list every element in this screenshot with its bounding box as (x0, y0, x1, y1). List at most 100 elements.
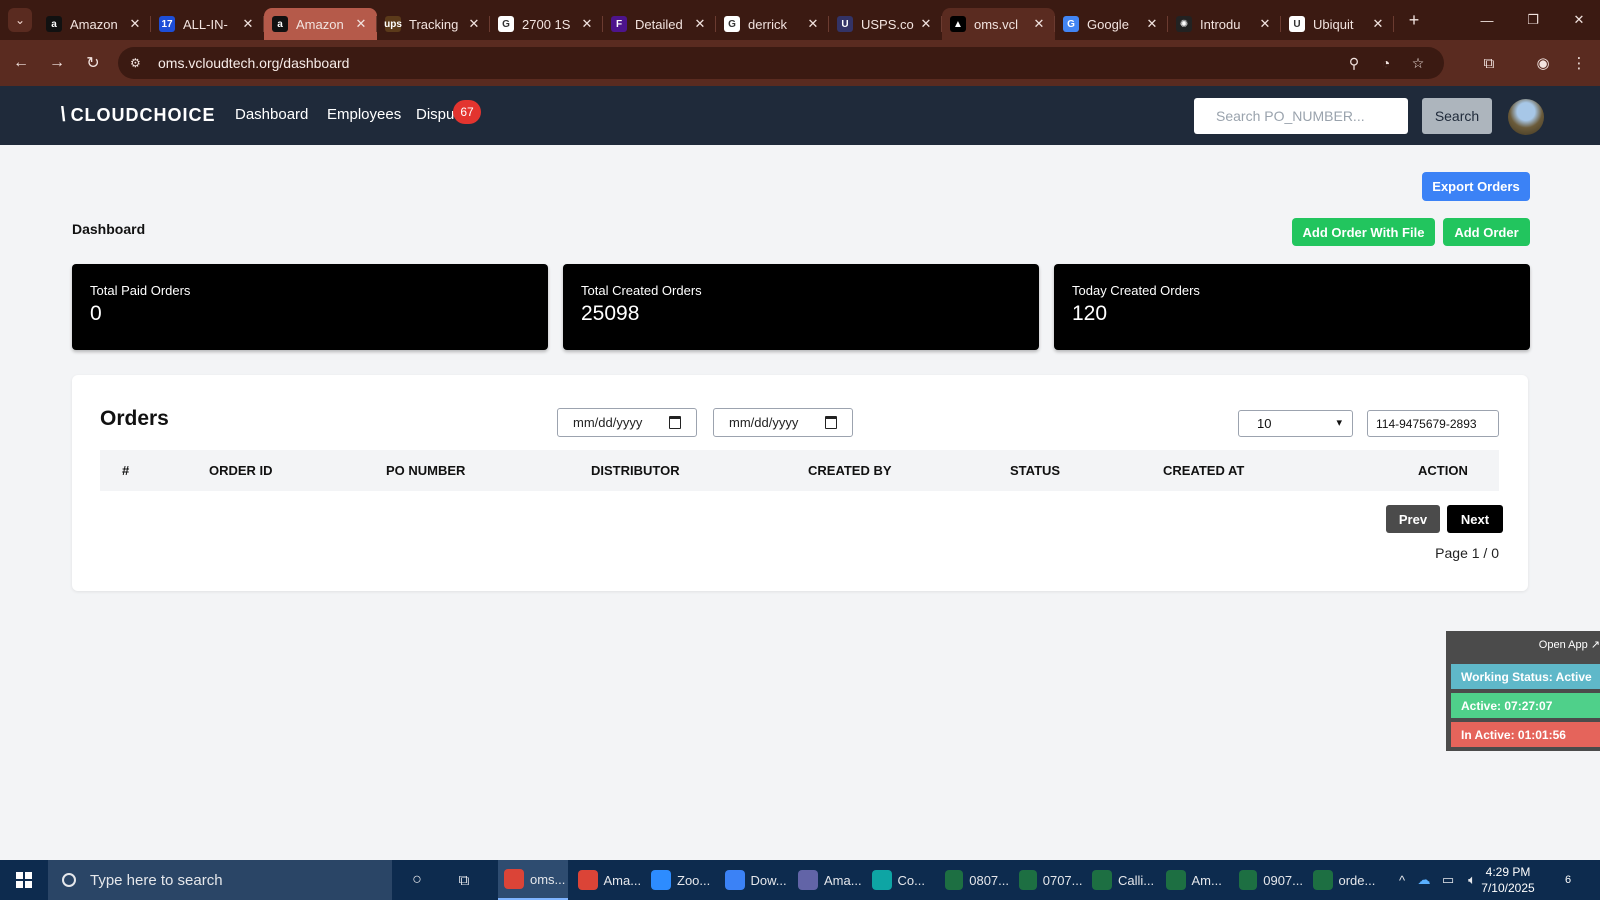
tab-close-icon[interactable]: ✕ (579, 16, 595, 32)
tab-title: USPS.co (861, 16, 914, 32)
taskbar-app[interactable]: 0907... (1233, 860, 1303, 900)
tab-close-icon[interactable]: ✕ (127, 16, 143, 32)
calendar-icon[interactable] (669, 416, 681, 429)
browser-tab[interactable]: ▲ oms.vcl ✕ (942, 8, 1055, 40)
browser-tab[interactable]: Gderrick ✕ (716, 8, 829, 40)
forward-arrow-icon[interactable]: → (42, 48, 72, 78)
17track-icon: 17 (159, 16, 175, 32)
start-windows-icon[interactable] (0, 860, 48, 900)
cloudchoice-logo[interactable]: \ CLOUDCHOICE (60, 104, 216, 127)
page-size-select[interactable]: 10 ▾ (1238, 410, 1353, 437)
browser-tab[interactable]: U USPS.co ✕ (829, 8, 942, 40)
po-number-search-input[interactable] (1194, 98, 1408, 134)
address-bar[interactable]: ⚙ oms.vcloudtech.org/dashboard ⚲ ◔ ☆ (118, 47, 1444, 79)
tray-chevron-up-icon[interactable]: ^ (1392, 873, 1412, 888)
prev-page-button[interactable]: Prev (1386, 505, 1440, 533)
taskbar-app[interactable]: Ama... (792, 860, 862, 900)
stat-value: 25098 (581, 302, 640, 325)
tab-close-icon[interactable]: ✕ (466, 16, 482, 32)
tab-search-chevron-icon[interactable]: ⌄ (8, 8, 32, 32)
tab-close-icon[interactable]: ✕ (1370, 16, 1386, 32)
browser-tab[interactable]: G 2700 1S ✕ (490, 8, 603, 40)
browser-tab[interactable]: 17 ALL-IN- ✕ (151, 8, 264, 40)
start-date-input[interactable]: mm/dd/yyyy (557, 408, 697, 437)
tab-close-icon[interactable]: ✕ (1144, 16, 1160, 32)
column-header: ACTION (1418, 463, 1468, 478)
taskbar-app[interactable]: Dow... (719, 860, 789, 900)
taskbar-app[interactable]: Zoo... (645, 860, 715, 900)
end-date-input[interactable]: mm/dd/yyyy (713, 408, 853, 437)
orders-table-header: # ORDER ID PO NUMBER DISTRIBUTOR CREATED… (100, 450, 1499, 491)
teams-icon (798, 870, 818, 890)
orders-title: Orders (100, 407, 169, 430)
task-view-icon[interactable]: ⧉ (452, 860, 476, 900)
nav-employees-link[interactable]: Employees (327, 106, 401, 123)
taskbar-app[interactable]: oms... (498, 860, 568, 900)
tab-close-icon[interactable]: ✕ (692, 16, 708, 32)
taskbar-app[interactable]: Co... (866, 860, 936, 900)
taskbar-app[interactable]: 0707... (1013, 860, 1083, 900)
extensions-puzzle-icon[interactable]: ⧉ (1474, 48, 1504, 78)
tab-close-icon[interactable]: ✕ (353, 16, 369, 32)
reload-icon[interactable]: ↻ (78, 48, 108, 78)
tab-close-icon[interactable]: ✕ (918, 16, 934, 32)
browser-tab[interactable]: U Ubiquit ✕ (1281, 8, 1394, 40)
profile-icon[interactable]: ◉ (1528, 48, 1558, 78)
notification-center-icon[interactable]: 6 (1556, 868, 1580, 892)
stat-label: Today Created Orders (1072, 283, 1200, 298)
taskbar-app[interactable]: Am... (1160, 860, 1230, 900)
add-order-with-file-button[interactable]: Add Order With File (1292, 218, 1435, 246)
taskbar-app[interactable]: Ama... (572, 860, 642, 900)
add-order-button[interactable]: Add Order (1443, 218, 1530, 246)
taskbar-clock[interactable]: 4:29 PM 7/10/2025 (1470, 864, 1546, 896)
open-app-link[interactable]: Open App ↗ (1539, 638, 1600, 651)
tab-title: 2700 1S (522, 16, 571, 32)
close-window-icon[interactable]: ✕ (1556, 0, 1600, 40)
search-button[interactable]: Search (1422, 98, 1492, 134)
taskbar-app[interactable]: 0807... (939, 860, 1009, 900)
working-status-row: Working Status: Active (1451, 664, 1600, 689)
back-arrow-icon[interactable]: ← (6, 48, 36, 78)
browser-tab[interactable]: a Amazon ✕ (38, 8, 151, 40)
browser-tab[interactable]: ups Tracking ✕ (377, 8, 490, 40)
taskbar-search-box[interactable]: Type here to search (48, 860, 392, 900)
taskbar-app-label: 0707... (1042, 872, 1083, 888)
tab-title: Introdu (1200, 16, 1241, 32)
browser-menu-icon[interactable]: ⋮ (1564, 48, 1594, 78)
taskbar-app[interactable]: Calli... (1086, 860, 1156, 900)
tab-title: oms.vcl (974, 16, 1019, 32)
export-orders-button[interactable]: Export Orders (1422, 172, 1530, 201)
tab-close-icon[interactable]: ✕ (1031, 16, 1047, 32)
next-page-button[interactable]: Next (1447, 505, 1503, 533)
bookmark-star-icon[interactable]: ☆ (1402, 55, 1434, 72)
user-avatar[interactable] (1508, 99, 1544, 135)
browser-tab[interactable]: ✺ Introdu ✕ (1168, 8, 1281, 40)
taskbar-app-label: 0907... (1263, 872, 1303, 888)
cortana-circle-icon[interactable]: ○ (405, 860, 429, 900)
calendar-icon[interactable] (825, 416, 837, 429)
browser-tab[interactable]: a Amazon ✕ (264, 8, 377, 40)
stat-label: Total Created Orders (581, 283, 702, 298)
browser-tab[interactable]: G Google ✕ (1055, 8, 1168, 40)
new-tab-plus-icon[interactable]: + (1400, 6, 1428, 34)
copilot-icon (871, 870, 892, 890)
taskbar-app-label: Am... (1191, 872, 1222, 888)
chrome-icon (504, 869, 524, 889)
network-icon[interactable]: ▭ (1436, 872, 1460, 888)
taskbar-app[interactable]: orde... (1307, 860, 1377, 900)
order-filter-input[interactable] (1367, 410, 1499, 437)
minimize-icon[interactable]: — (1464, 0, 1510, 40)
onedrive-cloud-icon[interactable]: ☁ (1412, 872, 1436, 888)
excel-icon (1092, 870, 1112, 890)
column-header: DISTRIBUTOR (591, 463, 680, 478)
tab-close-icon[interactable]: ✕ (240, 16, 256, 32)
zoom-icon[interactable]: ⚲ (1338, 55, 1370, 72)
restore-icon[interactable]: ❐ (1510, 0, 1556, 40)
performance-icon[interactable]: ◔ (1370, 55, 1402, 71)
browser-tab[interactable]: F Detailed ✕ (603, 8, 716, 40)
site-info-icon[interactable]: ⚙ (130, 56, 146, 70)
tab-close-icon[interactable]: ✕ (805, 16, 821, 32)
nav-dashboard-link[interactable]: Dashboard (235, 106, 308, 123)
tab-close-icon[interactable]: ✕ (1257, 16, 1273, 32)
nav-disputes-link[interactable]: Dispu (416, 106, 454, 123)
